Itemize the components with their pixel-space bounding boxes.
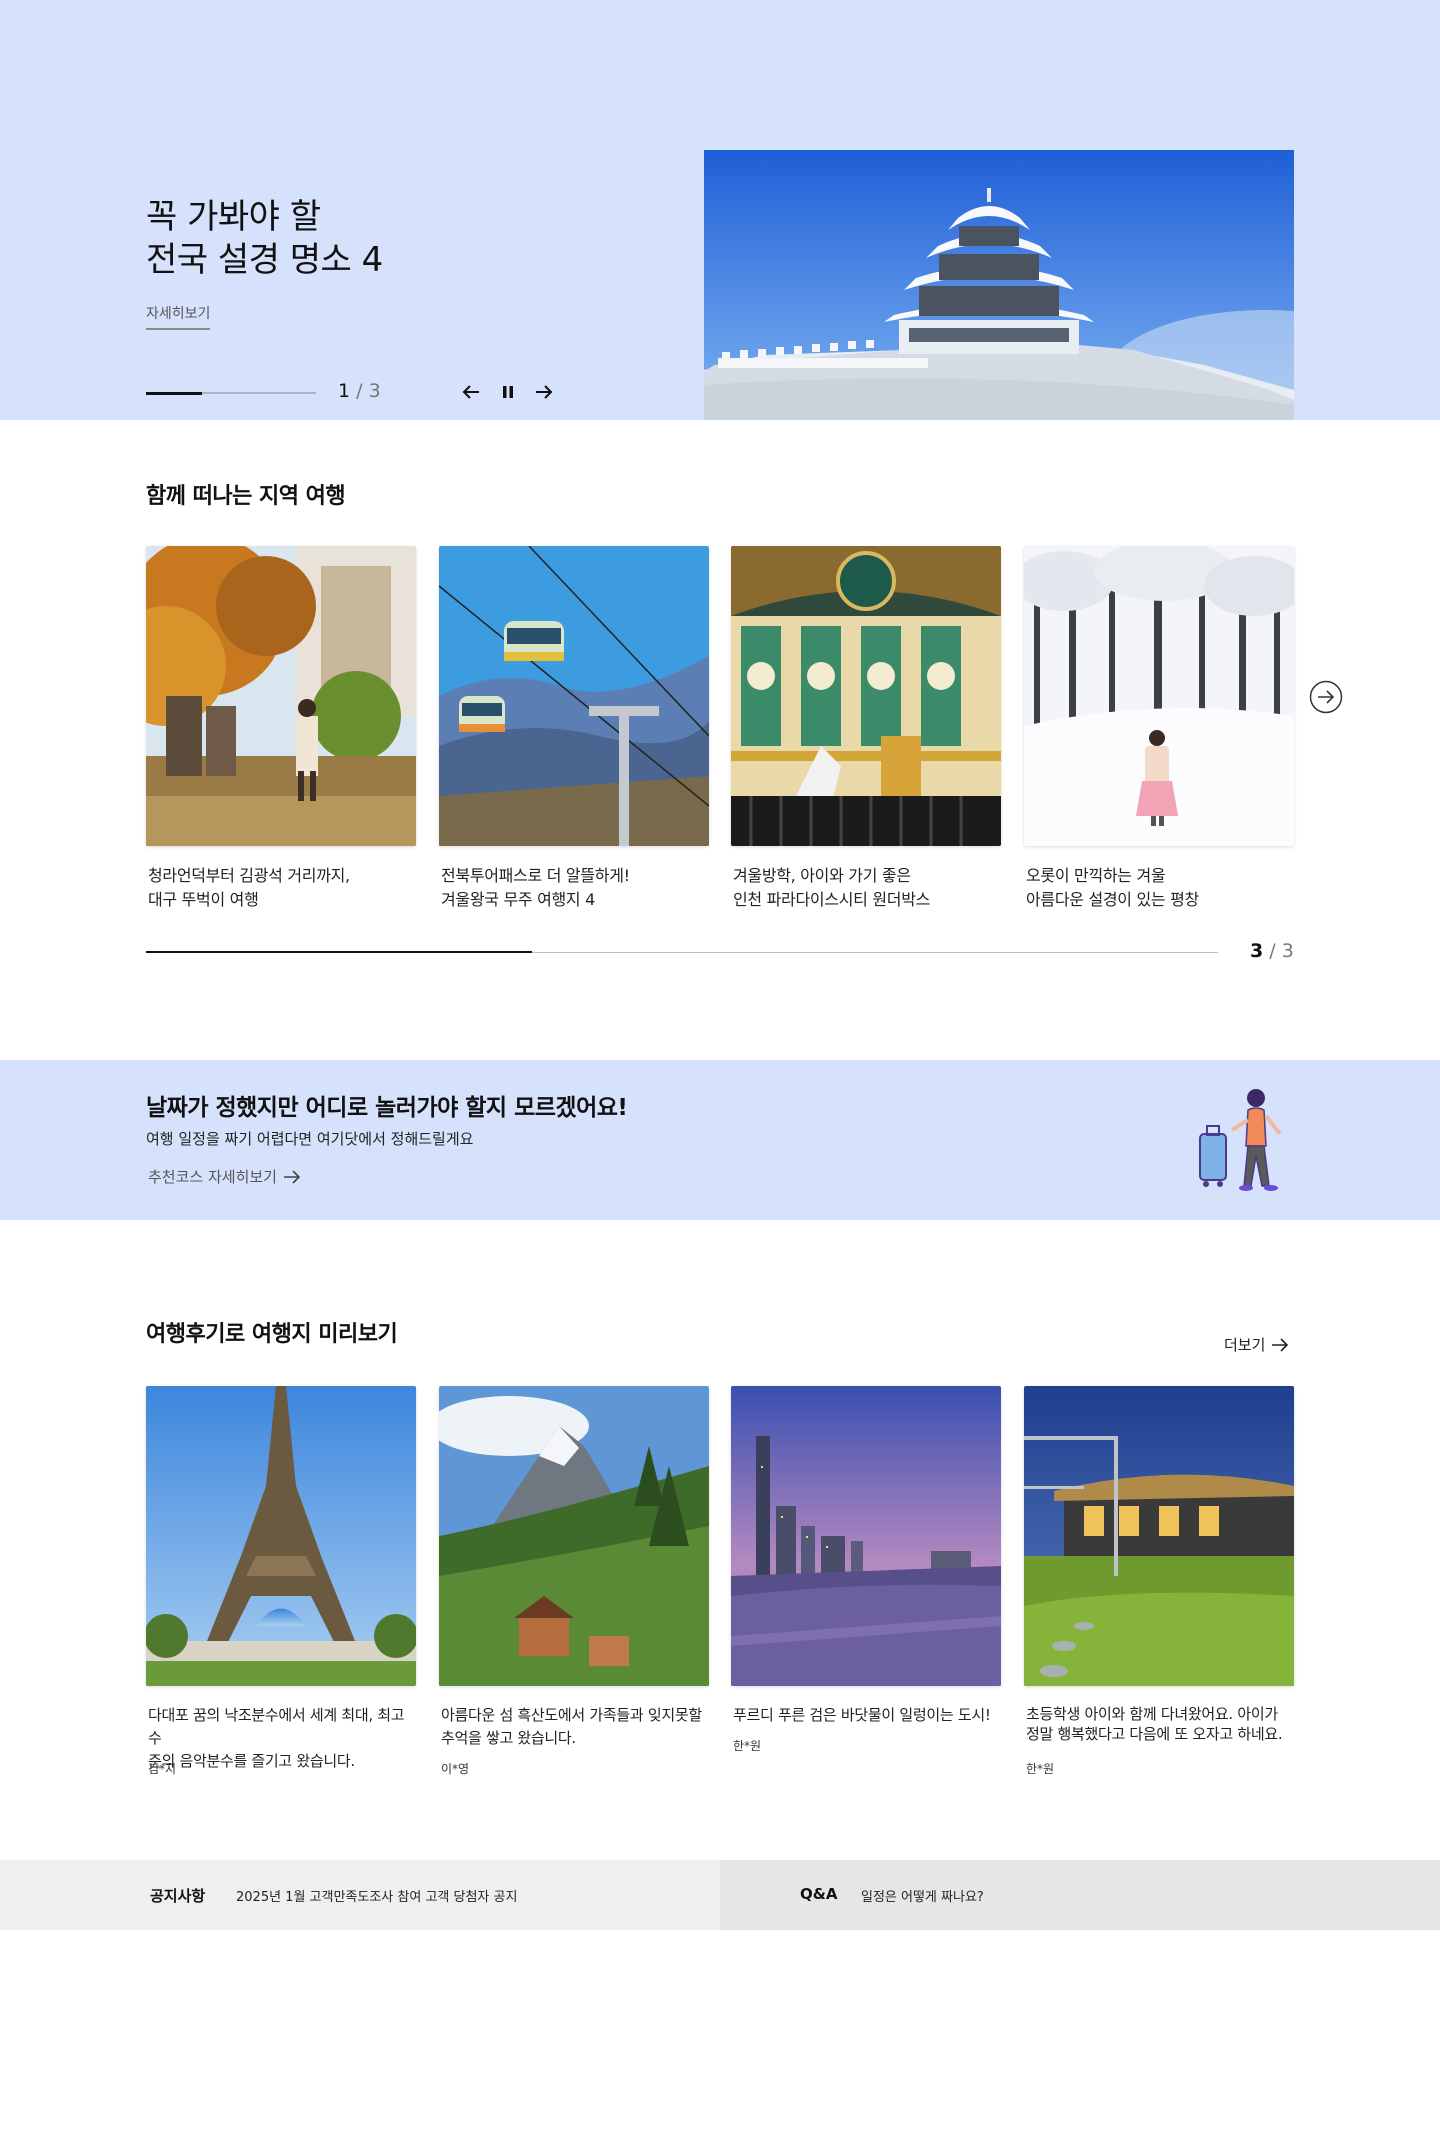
region-card-image — [439, 546, 709, 846]
region-pager: 3 / 3 — [1250, 940, 1294, 962]
region-card-title-line-2: 아름다운 설경이 있는 평창 — [1026, 890, 1199, 909]
arrow-right-icon — [1272, 1337, 1289, 1352]
pause-icon — [503, 386, 513, 398]
review-card-author: 이*영 — [441, 1762, 470, 1776]
review-card-title-line-1: 푸르디 푸른 검은 바닷물이 일렁이는 도시! — [733, 1706, 991, 1724]
snow-forest-photo — [1024, 546, 1294, 846]
review-card-image — [1024, 1386, 1294, 1686]
hero-image[interactable] — [704, 150, 1294, 420]
garden-house-dusk-photo — [1024, 1386, 1294, 1686]
hero-progress-fill — [146, 391, 203, 395]
review-card-title-line-2: 정말 행복했다고 다음에 또 오자고 하네요. — [1026, 1725, 1283, 1743]
hero-prev-button[interactable] — [457, 378, 485, 406]
region-card[interactable]: 겨울방학, 아이와 가기 좋은 인천 파라다이스시티 원더박스 — [731, 546, 1001, 912]
region-card[interactable]: 전북투어패스로 더 알뜰하게! 겨울왕국 무주 여행지 4 — [439, 546, 709, 912]
notice-label: 공지사항 — [150, 1887, 206, 1905]
hero-title: 꼭 가봐야 할 전국 설경 명소 4 — [146, 196, 383, 282]
hero-pager-total: 3 — [368, 380, 381, 402]
region-card-title-line-1: 겨울방학, 아이와 가기 좋은 — [733, 866, 911, 885]
region-card-title: 청라언덕부터 김광석 거리까지, 대구 뚜벅이 여행 — [146, 864, 416, 912]
banner-course-link-label: 추천코스 자세히보기 — [148, 1168, 277, 1186]
hero-next-button[interactable] — [530, 378, 558, 406]
arrow-left-icon — [462, 385, 479, 399]
reviews-section-title: 여행후기로 여행지 미리보기 — [146, 1322, 398, 1347]
region-card-title: 전북투어패스로 더 알뜰하게! 겨울왕국 무주 여행지 4 — [439, 864, 709, 912]
region-card-title: 오롯이 만끽하는 겨울 아름다운 설경이 있는 평창 — [1024, 864, 1294, 912]
reviews-more-label: 더보기 — [1224, 1336, 1266, 1354]
region-card-title-line-1: 전북투어패스로 더 알뜰하게! — [441, 866, 630, 885]
hero-pager-current: 1 — [338, 380, 351, 402]
hero-pause-button[interactable] — [494, 378, 522, 406]
region-pager-current: 3 — [1250, 940, 1264, 962]
region-card[interactable]: 청라언덕부터 김광석 거리까지, 대구 뚜벅이 여행 — [146, 546, 416, 912]
review-card-title-line-1: 다대포 꿈의 낙조분수에서 세계 최대, 최고 수 — [148, 1706, 405, 1747]
region-pager-separator: / — [1269, 940, 1276, 962]
banner-course-link[interactable]: 추천코스 자세히보기 — [148, 1166, 301, 1187]
recommend-banner: 날짜가 정했지만 어디로 놀러가야 할지 모르겠어요! 여행 일정을 짜기 어렵… — [0, 1060, 1440, 1220]
arrow-right-icon — [536, 385, 553, 399]
hero-pager: 1 / 3 — [338, 380, 381, 402]
qna-link[interactable]: 일정은 어떻게 짜나요? — [861, 1886, 984, 1905]
region-card-image — [1024, 546, 1294, 846]
qna-bar: Q&A 일정은 어떻게 짜나요? — [720, 1860, 1440, 1930]
region-card-title-line-2: 인천 파라다이스시티 원더박스 — [733, 890, 931, 909]
region-next-button[interactable] — [1309, 680, 1343, 714]
hero-progress-bar — [146, 391, 316, 395]
hero-pager-separator: / — [356, 380, 363, 402]
review-card[interactable]: 다대포 꿈의 낙조분수에서 세계 최대, 최고 수 준의 음악분수를 즐기고 왔… — [146, 1386, 416, 1777]
region-card-title-line-1: 청라언덕부터 김광석 거리까지, — [148, 866, 350, 885]
circle-arrow-right-icon — [1309, 680, 1343, 714]
review-card-author: 한*원 — [733, 1739, 762, 1753]
matterhorn-village-photo — [439, 1386, 709, 1686]
qna-label: Q&A — [800, 1885, 838, 1903]
arrow-right-icon — [283, 1169, 301, 1184]
region-section-title: 함께 떠나는 지역 여행 — [146, 484, 346, 509]
notice-bar: 공지사항 2025년 1월 고객만족도조사 참여 고객 당첨자 공지 — [0, 1860, 720, 1930]
region-card-title-line-2: 겨울왕국 무주 여행지 4 — [441, 890, 596, 909]
carousel-photo — [731, 546, 1001, 846]
review-card-title-line-1: 아름다운 섬 흑산도에서 가족들과 잊지못할 — [441, 1706, 702, 1724]
review-card-title: 아름다운 섬 흑산도에서 가족들과 잊지못할 추억을 쌓고 왔습니다. — [439, 1704, 709, 1750]
city-night-river-photo — [731, 1386, 1001, 1686]
region-card-image — [731, 546, 1001, 846]
reviews-more-link[interactable]: 더보기 — [1224, 1334, 1289, 1355]
cable-car-photo — [439, 546, 709, 846]
review-card-image — [731, 1386, 1001, 1686]
review-card-title-line-1: 초등학생 아이와 함께 다녀왔어요. 아이가 — [1026, 1705, 1278, 1723]
review-card-author: 한*원 — [1026, 1762, 1055, 1776]
banner-subtitle: 여행 일정을 짜기 어렵다면 여기닷에서 정해드릴게요 — [146, 1130, 474, 1148]
review-card[interactable]: 아름다운 섬 흑산도에서 가족들과 잊지못할 추억을 쌓고 왔습니다. 이*영 — [439, 1386, 709, 1777]
region-progress-bar — [146, 951, 1218, 953]
eiffel-tower-photo — [146, 1386, 416, 1686]
hero-section: 꼭 가봐야 할 전국 설경 명소 4 자세히보기 1 / 3 — [0, 0, 1440, 420]
hero-more-link[interactable]: 자세히보기 — [146, 303, 211, 330]
notice-link[interactable]: 2025년 1월 고객만족도조사 참여 고객 당첨자 공지 — [236, 1886, 517, 1905]
review-card[interactable]: 푸르디 푸른 검은 바닷물이 일렁이는 도시! 한*원 — [731, 1386, 1001, 1754]
review-card-title: 다대포 꿈의 낙조분수에서 세계 최대, 최고 수 준의 음악분수를 즐기고 왔… — [146, 1704, 416, 1770]
snowy-pavilion-photo — [704, 150, 1294, 420]
review-card-title-line-2: 추억을 쌓고 왔습니다. — [441, 1729, 576, 1747]
review-card[interactable]: 초등학생 아이와 함께 다녀왔어요. 아이가 정말 행복했다고 다음에 또 오자… — [1024, 1386, 1294, 1777]
review-card-title: 초등학생 아이와 함께 다녀왔어요. 아이가 정말 행복했다고 다음에 또 오자… — [1024, 1704, 1294, 1750]
region-card-title-line-1: 오롯이 만끽하는 겨울 — [1026, 866, 1166, 885]
region-progress-fill — [146, 951, 532, 953]
region-card[interactable]: 오롯이 만끽하는 겨울 아름다운 설경이 있는 평창 — [1024, 546, 1294, 912]
hero-title-line-1: 꼭 가봐야 할 — [146, 197, 321, 237]
autumn-park-photo — [146, 546, 416, 846]
hero-title-line-2: 전국 설경 명소 4 — [146, 240, 383, 280]
review-card-image — [146, 1386, 416, 1686]
traveler-with-suitcase-illustration — [1199, 1089, 1282, 1191]
banner-title: 날짜가 정했지만 어디로 놀러가야 할지 모르겠어요! — [146, 1095, 628, 1121]
region-pager-total: 3 — [1281, 940, 1294, 962]
region-card-title: 겨울방학, 아이와 가기 좋은 인천 파라다이스시티 원더박스 — [731, 864, 1001, 912]
region-card-title-line-2: 대구 뚜벅이 여행 — [148, 890, 259, 909]
region-card-image — [146, 546, 416, 846]
review-card-image — [439, 1386, 709, 1686]
